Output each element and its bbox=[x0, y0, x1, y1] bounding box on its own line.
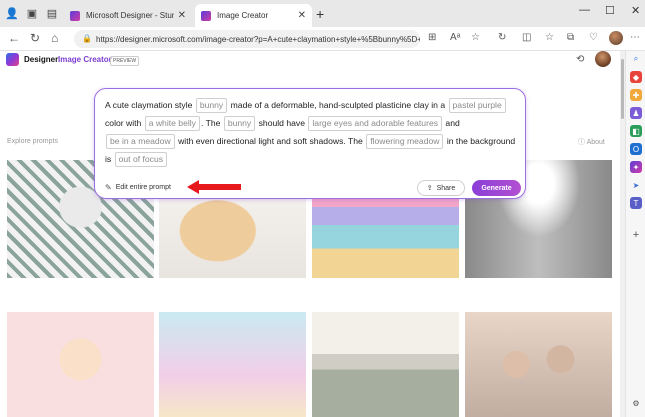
collections-icon[interactable]: ⧉ bbox=[567, 32, 574, 43]
teams-icon[interactable]: T bbox=[630, 197, 642, 209]
address-bar: ← ↻ ⌂ 🔒 https://designer.microsoft.com/i… bbox=[0, 27, 645, 51]
designer-favicon-icon bbox=[201, 10, 211, 21]
lock-icon: 🔒 bbox=[82, 34, 92, 43]
app-available-icon[interactable]: ⊞ bbox=[428, 32, 436, 43]
refresh-icon[interactable]: ↻ bbox=[30, 31, 40, 45]
read-aloud-icon[interactable]: Aᵃ bbox=[450, 32, 460, 43]
user-avatar[interactable] bbox=[595, 51, 611, 67]
tools-icon[interactable]: ✚ bbox=[630, 89, 642, 101]
prompt-fragment: color with bbox=[105, 118, 142, 128]
extensions-icon[interactable]: ↻ bbox=[498, 32, 506, 43]
search-icon[interactable]: ⌕ bbox=[630, 53, 642, 65]
maximize-icon[interactable]: ☐ bbox=[605, 4, 615, 17]
browser-essentials-icon[interactable]: ♡ bbox=[589, 32, 598, 43]
outlook-icon[interactable]: O bbox=[630, 143, 642, 155]
prompt-chip-subject[interactable]: bunny bbox=[195, 98, 228, 114]
shopping-icon[interactable]: ◆ bbox=[630, 71, 642, 83]
tab-image-creator[interactable]: Image Creator ✕ bbox=[195, 4, 312, 27]
prompt-fragment: made of a deformable, hand-sculpted plas… bbox=[230, 100, 446, 110]
edit-entire-prompt-button[interactable]: ✎ Edit entire prompt bbox=[105, 183, 171, 192]
generate-button[interactable]: Generate bbox=[472, 180, 521, 196]
prompt-chip-background[interactable]: flowering meadow bbox=[366, 134, 444, 150]
prompt-fragment: with even directional light and soft bbox=[178, 136, 308, 146]
edit-pen-icon: ✎ bbox=[105, 183, 112, 192]
gallery-image-mountain[interactable] bbox=[312, 312, 459, 417]
edge-sidebar: ⌕ ◆ ✚ ♟ ◧ O ✦ ➤ T + ⚙ bbox=[625, 51, 645, 417]
designer-icon[interactable]: ✦ bbox=[630, 161, 642, 173]
explore-prompts-heading: Explore prompts bbox=[7, 138, 58, 145]
share-label: Share bbox=[436, 184, 456, 192]
favorite-star-icon[interactable]: ☆ bbox=[471, 32, 480, 43]
prompt-chip-focus[interactable]: out of focus bbox=[114, 152, 168, 168]
app-name[interactable]: Image Creator bbox=[58, 55, 112, 64]
browser-tab-bar: 👤 ▣ ▤ Microsoft Designer - Stunning d ✕ … bbox=[0, 0, 645, 27]
more-menu-icon[interactable]: ⋯ bbox=[630, 32, 640, 43]
url-field[interactable]: 🔒 https://designer.microsoft.com/image-c… bbox=[74, 30, 420, 48]
games-icon[interactable]: ♟ bbox=[630, 107, 642, 119]
prompt-chip-subject-repeat[interactable]: bunny bbox=[223, 116, 256, 132]
gallery-image-family[interactable] bbox=[465, 312, 612, 417]
preview-badge: PREVIEW bbox=[110, 56, 140, 66]
close-tab-icon[interactable]: ✕ bbox=[298, 10, 306, 21]
back-icon[interactable]: ← bbox=[8, 31, 20, 45]
prompt-fragment: shadows. The bbox=[309, 136, 363, 146]
red-arrow-annotation bbox=[187, 180, 241, 194]
url-text: https://designer.microsoft.com/image-cre… bbox=[96, 34, 420, 44]
tab-microsoft-designer[interactable]: Microsoft Designer - Stunning d ✕ bbox=[64, 4, 192, 27]
edit-label: Edit entire prompt bbox=[115, 184, 171, 191]
prompt-editor-card: A cute claymation style bunny made of a … bbox=[94, 88, 526, 199]
sidebar-settings-icon[interactable]: ⚙ bbox=[630, 397, 642, 409]
prompt-fragment: A cute claymation style bbox=[105, 100, 193, 110]
gallery-image-pastel-city[interactable] bbox=[159, 312, 306, 417]
new-tab-icon[interactable]: + bbox=[316, 6, 324, 22]
prompt-text: A cute claymation style bunny made of a … bbox=[105, 96, 520, 168]
close-tab-icon[interactable]: ✕ bbox=[178, 10, 186, 21]
prompt-fragment: and bbox=[445, 118, 460, 128]
prompt-chip-color[interactable]: pastel purple bbox=[448, 98, 506, 114]
about-link[interactable]: ⓘ About bbox=[578, 137, 605, 147]
close-window-icon[interactable]: ✕ bbox=[631, 4, 640, 17]
prompt-chip-features[interactable]: large eyes and adorable features bbox=[308, 116, 443, 132]
about-label: About bbox=[586, 139, 605, 146]
prompt-fragment: should have bbox=[258, 118, 305, 128]
prompt-chip-setting[interactable]: be in a meadow bbox=[106, 134, 175, 150]
home-icon[interactable]: ⌂ bbox=[51, 31, 58, 45]
tab-title: Image Creator bbox=[217, 11, 269, 20]
add-sidebar-app-icon[interactable]: + bbox=[630, 229, 642, 241]
browser-profile-avatar[interactable] bbox=[609, 31, 623, 45]
share-arrow-icon: ⇪ bbox=[426, 185, 433, 192]
share-button[interactable]: ⇪ Share bbox=[417, 180, 465, 196]
office-icon[interactable]: ◧ bbox=[630, 125, 642, 137]
designer-favicon-icon bbox=[70, 10, 80, 21]
tab-actions-icon[interactable]: ▤ bbox=[44, 5, 60, 21]
scrollbar-thumb[interactable] bbox=[621, 59, 624, 119]
info-icon: ⓘ bbox=[578, 139, 587, 146]
share-icon[interactable]: ⟲ bbox=[576, 54, 584, 65]
drop-icon[interactable]: ➤ bbox=[630, 179, 642, 191]
profile-icon[interactable]: 👤 bbox=[4, 5, 20, 21]
brand-name[interactable]: Designer bbox=[24, 55, 58, 64]
split-screen-icon[interactable]: ◫ bbox=[522, 32, 531, 43]
gallery-image-shiba[interactable] bbox=[7, 312, 154, 417]
prompt-chip-detail[interactable]: a white belly bbox=[144, 116, 200, 132]
prompt-fragment: . The bbox=[200, 118, 221, 128]
minimize-icon[interactable]: — bbox=[579, 4, 590, 16]
tab-title: Microsoft Designer - Stunning d bbox=[86, 11, 174, 20]
workspaces-icon[interactable]: ▣ bbox=[24, 5, 40, 21]
favorites-icon[interactable]: ☆ bbox=[545, 32, 554, 43]
designer-logo-icon[interactable] bbox=[6, 53, 19, 66]
page-scrollbar[interactable] bbox=[620, 51, 625, 417]
